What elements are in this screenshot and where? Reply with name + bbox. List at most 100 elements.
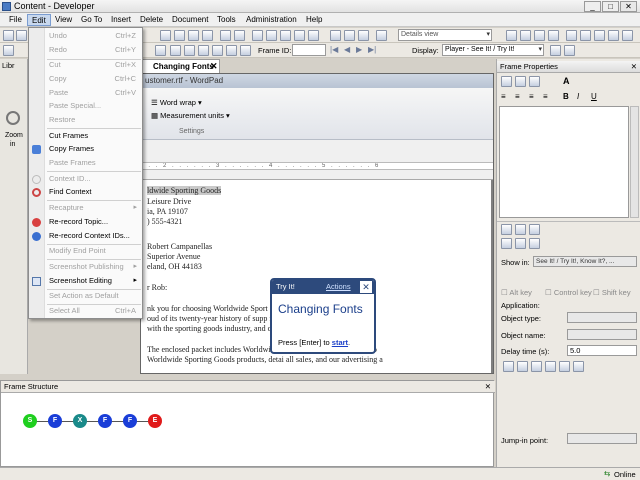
frame-node[interactable]: E	[148, 414, 162, 428]
bold-icon[interactable]: B	[563, 92, 569, 101]
menu-item-screenshot-publishing[interactable]: Screenshot Publishing ▸	[29, 260, 142, 274]
menu-item-restore[interactable]: Restore	[29, 113, 142, 127]
sound-icon[interactable]	[529, 238, 540, 249]
frame-id-input[interactable]	[292, 44, 326, 56]
new-icon[interactable]	[3, 30, 14, 41]
menu-item-modify-end-point[interactable]: Modify End Point	[29, 244, 142, 258]
select-frame-icon[interactable]	[155, 45, 166, 56]
editor-scrollbar[interactable]	[630, 106, 639, 218]
menu-item-paste-frames[interactable]: Paste Frames	[29, 156, 142, 170]
bubble-text-editor[interactable]	[499, 106, 629, 218]
menu-item-select-all[interactable]: Select All Ctrl+A	[29, 304, 142, 318]
next-frame-icon[interactable]: ▶	[356, 45, 362, 54]
grid-icon[interactable]	[548, 30, 559, 41]
frame-branch-icon[interactable]	[198, 45, 209, 56]
control-key-checkbox[interactable]: ☐ Control key	[545, 288, 592, 297]
italic-icon[interactable]: I	[577, 92, 579, 101]
actions-link[interactable]: Actions	[326, 280, 351, 294]
menu-insert[interactable]: Insert	[107, 14, 135, 26]
menu-edit[interactable]: Edit	[27, 14, 51, 26]
menu-help[interactable]: Help	[302, 14, 326, 26]
play-icon[interactable]	[344, 30, 355, 41]
menu-item-redo[interactable]: Redo Ctrl+Y	[29, 43, 142, 57]
align-left-icon[interactable]: ≡	[501, 92, 506, 101]
library-tab[interactable]: Libr	[2, 61, 15, 70]
close-tab-icon[interactable]: ✕	[210, 60, 218, 73]
prev-frame-icon[interactable]: ◀	[344, 45, 350, 54]
object-type-dropdown[interactable]	[567, 312, 637, 323]
position-icon[interactable]	[545, 361, 556, 372]
frame-node[interactable]: F	[98, 414, 112, 428]
shift-key-checkbox[interactable]: ☐ Shift key	[593, 288, 631, 297]
frame-node[interactable]: S	[23, 414, 37, 428]
color-icon[interactable]	[515, 76, 526, 87]
panel-icon[interactable]	[520, 30, 531, 41]
frame-add-icon[interactable]	[170, 45, 181, 56]
first-frame-icon[interactable]: |◀	[330, 45, 338, 54]
action-icon[interactable]	[515, 238, 526, 249]
record-icon[interactable]	[330, 30, 341, 41]
find-icon[interactable]	[376, 30, 387, 41]
maximize-button[interactable]: □	[602, 1, 619, 12]
highlight-icon[interactable]	[529, 76, 540, 87]
frame-node[interactable]: X	[73, 414, 87, 428]
justify-icon[interactable]: ≡	[543, 92, 548, 101]
print-icon[interactable]	[531, 361, 542, 372]
object-name-input[interactable]	[567, 329, 637, 340]
menu-go-to[interactable]: Go To	[77, 14, 106, 26]
check-icon[interactable]	[358, 30, 369, 41]
menu-item-copy[interactable]: Copy Ctrl+C	[29, 72, 142, 86]
menu-item-re-record-topic[interactable]: Re-record Topic...	[29, 215, 142, 229]
paste-icon[interactable]	[188, 30, 199, 41]
cut-icon[interactable]	[160, 30, 171, 41]
delay-icon[interactable]	[503, 361, 514, 372]
target-icon[interactable]	[559, 361, 570, 372]
menu-tools[interactable]: Tools	[213, 14, 240, 26]
redo-icon[interactable]	[234, 30, 245, 41]
window-icon[interactable]	[566, 30, 577, 41]
properties-icon[interactable]	[594, 30, 605, 41]
close-panel-icon[interactable]: ✕	[485, 381, 491, 393]
show-in-dropdown[interactable]: See It! / Try It!, Know It?, ...	[533, 256, 637, 267]
display-dropdown[interactable]: Player - See It! / Try It! ▾	[442, 44, 544, 56]
display-settings-icon[interactable]	[564, 45, 575, 56]
outline-icon[interactable]	[252, 30, 263, 41]
align-center-icon[interactable]: ≡	[515, 92, 520, 101]
undo-icon[interactable]	[220, 30, 231, 41]
copy-icon[interactable]	[174, 30, 185, 41]
menu-file[interactable]: File	[5, 14, 26, 26]
frame-delete-icon[interactable]	[240, 45, 251, 56]
frame-icon[interactable]	[580, 30, 591, 41]
frame-alt-icon[interactable]	[212, 45, 223, 56]
align-right-icon[interactable]: ≡	[529, 92, 534, 101]
frame-copy-icon[interactable]	[184, 45, 195, 56]
menu-item-recapture[interactable]: Recapture ▸	[29, 201, 142, 215]
open-icon[interactable]	[16, 30, 27, 41]
frame-node[interactable]: F	[48, 414, 62, 428]
view-dropdown[interactable]: Details view ▾	[398, 29, 492, 41]
menu-document[interactable]: Document	[168, 14, 212, 26]
frame-decision-icon[interactable]	[226, 45, 237, 56]
display-option-icon[interactable]	[550, 45, 561, 56]
split-icon[interactable]	[534, 30, 545, 41]
frame-node[interactable]: F	[123, 414, 137, 428]
menu-item-copy-frames[interactable]: Copy Frames	[29, 142, 142, 156]
menu-item-paste[interactable]: Paste Ctrl+V	[29, 86, 142, 100]
topic-icon[interactable]	[280, 30, 291, 41]
menu-item-screenshot-editing[interactable]: Screenshot Editing ▸	[29, 274, 142, 288]
link-icon[interactable]	[308, 30, 319, 41]
start-link[interactable]: start	[332, 338, 348, 347]
last-frame-icon[interactable]: ▶|	[368, 45, 376, 54]
tile-icon[interactable]	[608, 30, 619, 41]
menu-administration[interactable]: Administration	[242, 14, 301, 26]
check-action-icon[interactable]	[501, 238, 512, 249]
menu-item-cut-frames[interactable]: Cut Frames	[29, 129, 142, 143]
jump-in-point-input[interactable]	[567, 433, 637, 444]
delete-icon[interactable]	[202, 30, 213, 41]
sound-clip-icon[interactable]	[517, 361, 528, 372]
menu-item-undo[interactable]: Undo Ctrl+Z	[29, 29, 142, 43]
font-icon[interactable]	[501, 76, 512, 87]
frame-branch-option-icon[interactable]	[529, 224, 540, 235]
frame-position-icon[interactable]	[515, 224, 526, 235]
delay-time-input[interactable]: 5.0	[567, 345, 637, 356]
